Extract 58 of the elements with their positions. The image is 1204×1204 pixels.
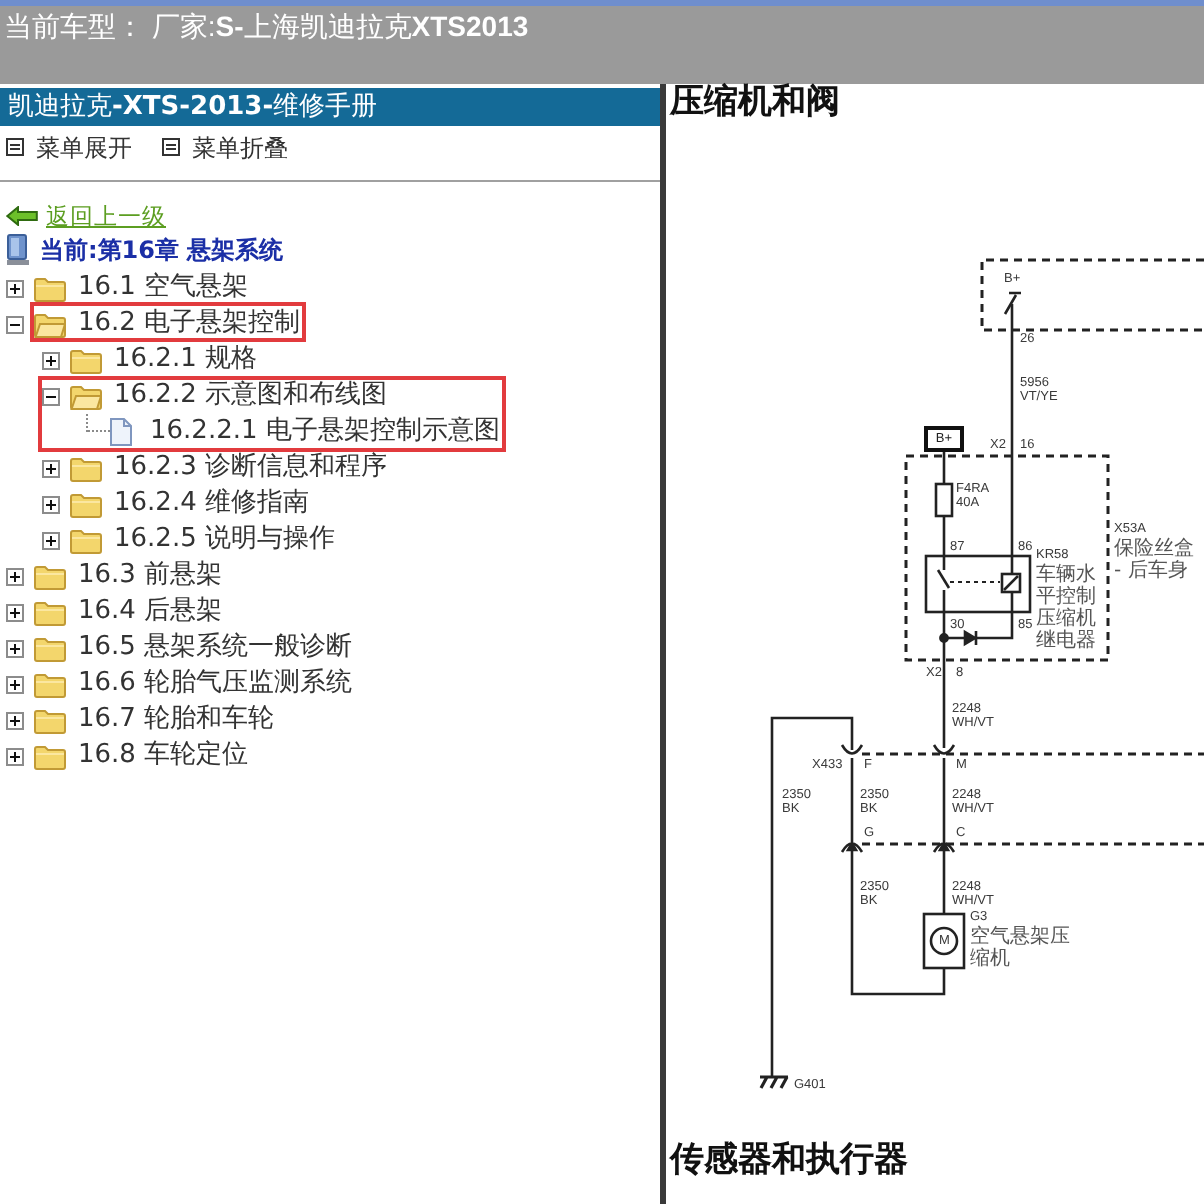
tree-item[interactable]: 16.6 轮胎气压监测系统 [78,670,353,698]
wire [942,758,946,842]
relay-coil-symbol [1000,572,1022,594]
tree-item[interactable]: 16.5 悬架系统一般诊断 [78,634,353,662]
expand-icon[interactable] [42,351,60,369]
expand-icon[interactable] [6,279,24,297]
list-icon [6,138,24,156]
tree-item[interactable]: 16.2 电子悬架控制 [78,310,301,338]
list-icon [162,138,180,156]
component-description: 保险丝盒 - 后车身 [1114,538,1196,582]
connector-symbol [932,744,956,755]
section-heading: 压缩机和阀 [667,84,842,120]
tree-item[interactable]: 16.7 轮胎和车轮 [78,706,275,734]
manual-title-bar: 凯迪拉克-XTS-2013-维修手册 [0,88,660,126]
expand-icon[interactable] [42,531,60,549]
expand-icon[interactable] [6,675,24,693]
expand-icon[interactable] [42,459,60,477]
switch-symbol [1003,291,1023,316]
section-heading: 传感器和执行器 [667,1142,910,1178]
vehicle-model-text: 当前车型： 厂家:S-上海凯迪拉克XTS2013 [4,10,529,42]
diode-symbol [963,629,978,647]
connector-symbol [932,840,956,853]
expand-icon[interactable] [42,495,60,513]
expand-icon[interactable] [6,711,24,729]
back-arrow-icon[interactable] [6,205,38,225]
relay-box [924,554,1032,614]
wire [942,452,946,484]
ground-symbol [758,1075,790,1090]
current-chapter-text: 当前:第16章 悬架系统 [40,235,284,265]
tree-item[interactable]: 16.2.2.1 电子悬架控制示意图 [150,418,500,446]
expand-icon[interactable] [6,567,24,585]
tree-item[interactable]: 16.3 前悬架 [78,562,223,590]
tree-item[interactable]: 16.4 后悬架 [78,598,223,626]
tree-item[interactable]: 16.2.1 规格 [114,346,257,374]
component-description: 车辆水平控制压缩机继电器 [1036,564,1098,652]
junction-dot [939,633,949,643]
component-description: 空气悬架压缩机 [970,926,1072,970]
tree-item[interactable]: 16.8 车轮定位 [78,742,249,770]
collapse-icon[interactable] [42,387,60,405]
menu-link[interactable]: 菜单折叠 [192,133,288,161]
tree-item[interactable]: 16.2.4 维修指南 [114,490,309,518]
connector-symbol [840,744,864,755]
fuse-symbol [934,482,954,518]
expand-icon[interactable] [6,747,24,765]
relay-switch-symbol [936,569,1001,589]
computer-icon [6,234,30,266]
tree-item[interactable]: 16.2.3 诊断信息和程序 [114,454,387,482]
motor-symbol [922,912,966,970]
menu-link[interactable]: 菜单展开 [36,133,132,161]
collapse-icon[interactable] [6,315,24,333]
tree-item[interactable]: 16.2.2 示意图和布线图 [114,382,387,410]
tree-item[interactable]: 16.2.5 说明与操作 [114,526,335,554]
expand-icon[interactable] [6,603,24,621]
tree-item[interactable]: 16.1 空气悬架 [78,274,249,302]
connector-symbol [840,840,864,853]
document-icon [110,418,132,446]
wire [942,516,946,570]
expand-icon[interactable] [6,639,24,657]
